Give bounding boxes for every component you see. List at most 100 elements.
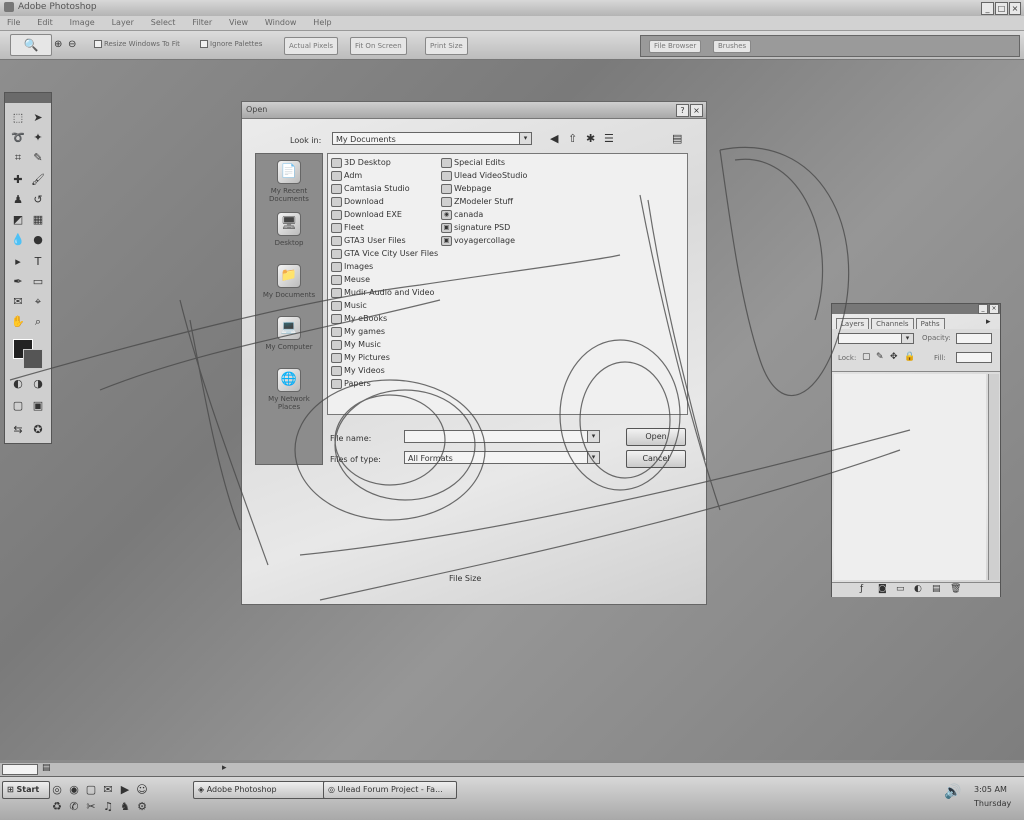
minimize-button[interactable]: _	[981, 2, 994, 15]
lock-transparency-icon[interactable]: ▢	[862, 352, 871, 362]
standard-mode-icon[interactable]: ◑	[31, 377, 45, 391]
screen-mode-icon[interactable]: ▢	[11, 399, 25, 413]
list-item[interactable]: Adm	[331, 169, 362, 182]
list-item[interactable]: Fleet	[331, 221, 364, 234]
menu-edit[interactable]: Edit	[37, 16, 53, 30]
adjustment-layer-icon[interactable]: ◐	[914, 584, 922, 594]
new-folder-icon[interactable]: ✱	[586, 132, 595, 145]
zoom-level-field[interactable]	[2, 764, 38, 775]
status-arrow-icon[interactable]: ▸	[222, 763, 227, 773]
mail-quicklaunch-icon[interactable]: ✉	[101, 783, 115, 797]
lock-paint-icon[interactable]: ✎	[876, 352, 884, 362]
media-quicklaunch-icon[interactable]: ◉	[67, 783, 81, 797]
speaker-tray-icon[interactable]: 🔊	[944, 785, 961, 799]
eyedropper-icon[interactable]: ⌖	[31, 295, 45, 309]
browser-quicklaunch-icon[interactable]: ◎	[50, 783, 64, 797]
list-item[interactable]: My Music	[331, 338, 381, 351]
place-desktop[interactable]: 🖥 Desktop	[256, 212, 322, 247]
status-menu-icon[interactable]: ▤	[42, 763, 51, 773]
type-tool-icon[interactable]: T	[31, 255, 45, 269]
settings-quicklaunch-icon[interactable]: ⚙	[135, 800, 149, 814]
menu-window[interactable]: Window	[265, 16, 297, 30]
path-select-icon[interactable]: ▸	[11, 255, 25, 269]
menu-view[interactable]: View	[229, 16, 248, 30]
palette-menu-icon[interactable]: ▸	[986, 317, 991, 327]
menu-help[interactable]: Help	[313, 16, 331, 30]
look-in-dropdown[interactable]: My Documents ▾	[332, 132, 532, 145]
palette-minimize-button[interactable]: _	[978, 304, 988, 314]
player-quicklaunch-icon[interactable]: ▶	[118, 783, 132, 797]
magic-wand-icon[interactable]: ✦	[31, 131, 45, 145]
list-item[interactable]: Music	[331, 299, 367, 312]
resize-windows-checkbox[interactable]: Resize Windows To Fit	[94, 40, 180, 48]
zoom-icon[interactable]: ⌕	[31, 315, 45, 329]
recycle-quicklaunch-icon[interactable]: ♻	[50, 800, 64, 814]
chat-quicklaunch-icon[interactable]: ✆	[67, 800, 81, 814]
jump-icon[interactable]: ✪	[31, 423, 45, 437]
taskbar-item-photoshop[interactable]: ◈ Adobe Photoshop	[193, 781, 327, 799]
list-item[interactable]: Webpage	[441, 182, 491, 195]
zoom-out-icon[interactable]: ⊖	[68, 39, 76, 50]
imageready-icon[interactable]: ⇆	[11, 423, 25, 437]
pen-tool-icon[interactable]: ✒	[11, 275, 25, 289]
list-item[interactable]: My games	[331, 325, 385, 338]
layer-set-icon[interactable]: ▭	[896, 584, 905, 594]
view-menu-icon[interactable]: ☰	[604, 132, 614, 145]
list-item[interactable]: GTA Vice City User Files	[331, 247, 438, 260]
healing-brush-icon[interactable]: ✚	[11, 173, 25, 187]
list-item[interactable]: ▣ voyagercollage	[441, 234, 515, 247]
tools-quicklaunch-icon[interactable]: ✂	[84, 800, 98, 814]
lock-move-icon[interactable]: ✥	[890, 352, 898, 362]
ignore-palettes-checkbox[interactable]: Ignore Palettes	[200, 40, 262, 48]
maximize-button[interactable]: □	[995, 2, 1008, 15]
print-size-button[interactable]: Print Size	[425, 37, 468, 55]
brush-tool-icon[interactable]: 🖌	[31, 173, 45, 187]
fullscreen-mode-icon[interactable]: ▣	[31, 399, 45, 413]
place-my-documents[interactable]: 📁 My Documents	[256, 264, 322, 299]
notes-tool-icon[interactable]: ✉	[11, 295, 25, 309]
dodge-tool-icon[interactable]: ●	[31, 233, 45, 247]
history-brush-icon[interactable]: ↺	[31, 193, 45, 207]
layers-scrollbar[interactable]	[988, 374, 999, 580]
place-my-computer[interactable]: 💻 My Computer	[256, 316, 322, 351]
file-browser-tab[interactable]: File Browser	[649, 40, 702, 53]
shape-tool-icon[interactable]: ▭	[31, 275, 45, 289]
quick-mask-icon[interactable]: ◐	[11, 377, 25, 391]
game-quicklaunch-icon[interactable]: ♞	[118, 800, 132, 814]
background-color-swatch[interactable]	[23, 349, 43, 369]
stamp-tool-icon[interactable]: ♟	[11, 193, 25, 207]
list-item[interactable]: My eBooks	[331, 312, 387, 325]
fill-input[interactable]	[956, 352, 992, 363]
opacity-input[interactable]	[956, 333, 992, 344]
move-tool-icon[interactable]: ➤	[31, 111, 45, 125]
list-item[interactable]: Ulead VideoStudio	[441, 169, 527, 182]
actual-pixels-button[interactable]: Actual Pixels	[284, 37, 338, 55]
gradient-tool-icon[interactable]: ▦	[31, 213, 45, 227]
list-item[interactable]: Images	[331, 260, 373, 273]
list-item[interactable]: Download EXE	[331, 208, 402, 221]
dialog-close-button[interactable]: ×	[690, 104, 703, 117]
files-of-type-dropdown[interactable]: All Formats ▾	[404, 451, 600, 464]
file-browser-icon[interactable]: ▤	[672, 132, 682, 145]
layer-style-icon[interactable]: ƒ	[860, 584, 863, 594]
blend-mode-dropdown[interactable]: ▾	[838, 333, 914, 344]
up-folder-icon[interactable]: ⇧	[568, 132, 577, 145]
desktop-quicklaunch-icon[interactable]: ▢	[84, 783, 98, 797]
file-name-input[interactable]: ▾	[404, 430, 600, 443]
fit-on-screen-button[interactable]: Fit On Screen	[350, 37, 407, 55]
menu-select[interactable]: Select	[151, 16, 176, 30]
menu-file[interactable]: File	[7, 16, 20, 30]
new-layer-icon[interactable]: ▤	[932, 584, 941, 594]
open-button[interactable]: Open	[626, 428, 686, 446]
menu-layer[interactable]: Layer	[112, 16, 134, 30]
place-network-places[interactable]: 🌐 My Network Places	[256, 368, 322, 411]
list-item[interactable]: Download	[331, 195, 384, 208]
list-item[interactable]: Meuse	[331, 273, 370, 286]
list-item[interactable]: 3D Desktop	[331, 156, 391, 169]
list-item[interactable]: ZModeler Stuff	[441, 195, 513, 208]
list-item[interactable]: My Videos	[331, 364, 385, 377]
list-item[interactable]: GTA3 User Files	[331, 234, 406, 247]
palette-close-button[interactable]: ×	[989, 304, 999, 314]
list-item[interactable]: Camtasia Studio	[331, 182, 410, 195]
brushes-tab[interactable]: Brushes	[713, 40, 752, 53]
